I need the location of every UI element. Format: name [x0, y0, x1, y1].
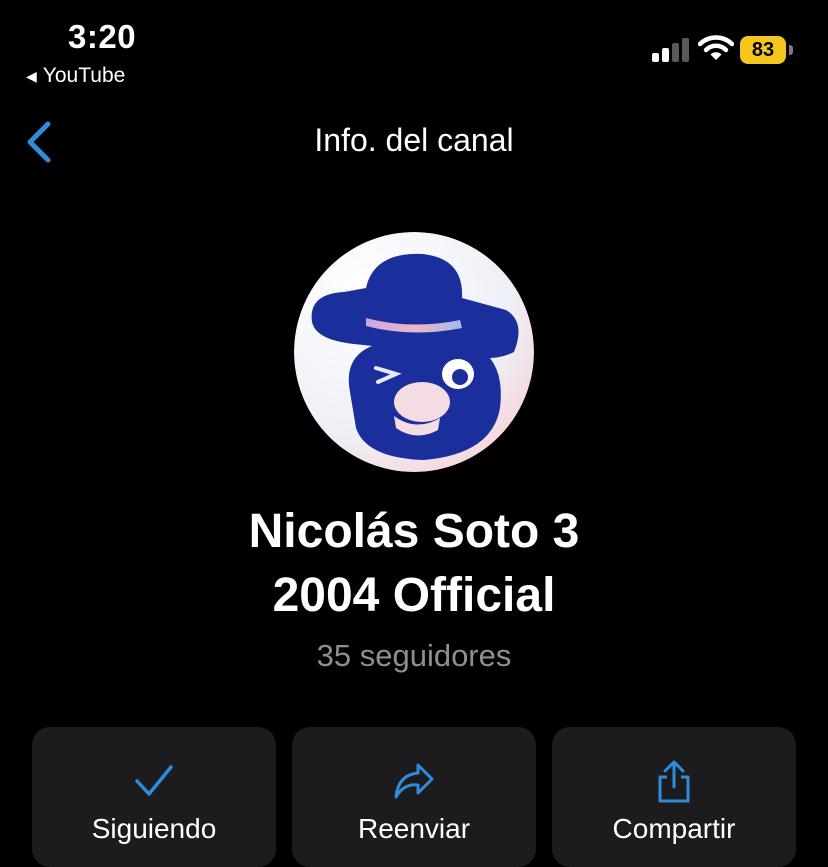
channel-name-line-1: Nicolás Soto 3 [248, 505, 580, 558]
battery-cap [789, 45, 793, 55]
share-icon [658, 760, 690, 803]
wifi-icon [698, 35, 734, 60]
channel-avatar-character-icon [294, 232, 534, 472]
action-buttons: Siguiendo Reenviar Compartir [32, 727, 796, 867]
follower-count: 35 seguidores [316, 638, 512, 673]
channel-name-line-2: 2004 Official [272, 569, 556, 622]
back-to-app-link[interactable]: ◀ YouTube [26, 64, 125, 88]
following-button[interactable]: Siguiendo [32, 727, 276, 867]
checkmark-icon [135, 765, 173, 796]
status-bar: 3:20 ◀ YouTube 83 [0, 0, 828, 100]
channel-avatar[interactable] [294, 232, 534, 472]
back-app-label: YouTube [42, 64, 126, 87]
following-label: Siguiendo [91, 813, 217, 844]
battery-indicator: 83 [740, 36, 794, 64]
forward-button[interactable]: Reenviar [292, 727, 536, 867]
page-title: Info. del canal [314, 122, 514, 158]
forward-arrow-icon [394, 763, 434, 799]
channel-name: Nicolás Soto 3 2004 Official [0, 500, 828, 628]
cellular-signal-icon [652, 38, 689, 62]
navigation-bar: Info. del canal [0, 110, 828, 170]
back-triangle-icon: ◀ [26, 67, 37, 84]
share-button[interactable]: Compartir [552, 727, 796, 867]
forward-label: Reenviar [357, 813, 471, 844]
battery-level: 83 [740, 36, 786, 64]
status-time: 3:20 [68, 18, 137, 55]
share-label: Compartir [612, 813, 736, 844]
